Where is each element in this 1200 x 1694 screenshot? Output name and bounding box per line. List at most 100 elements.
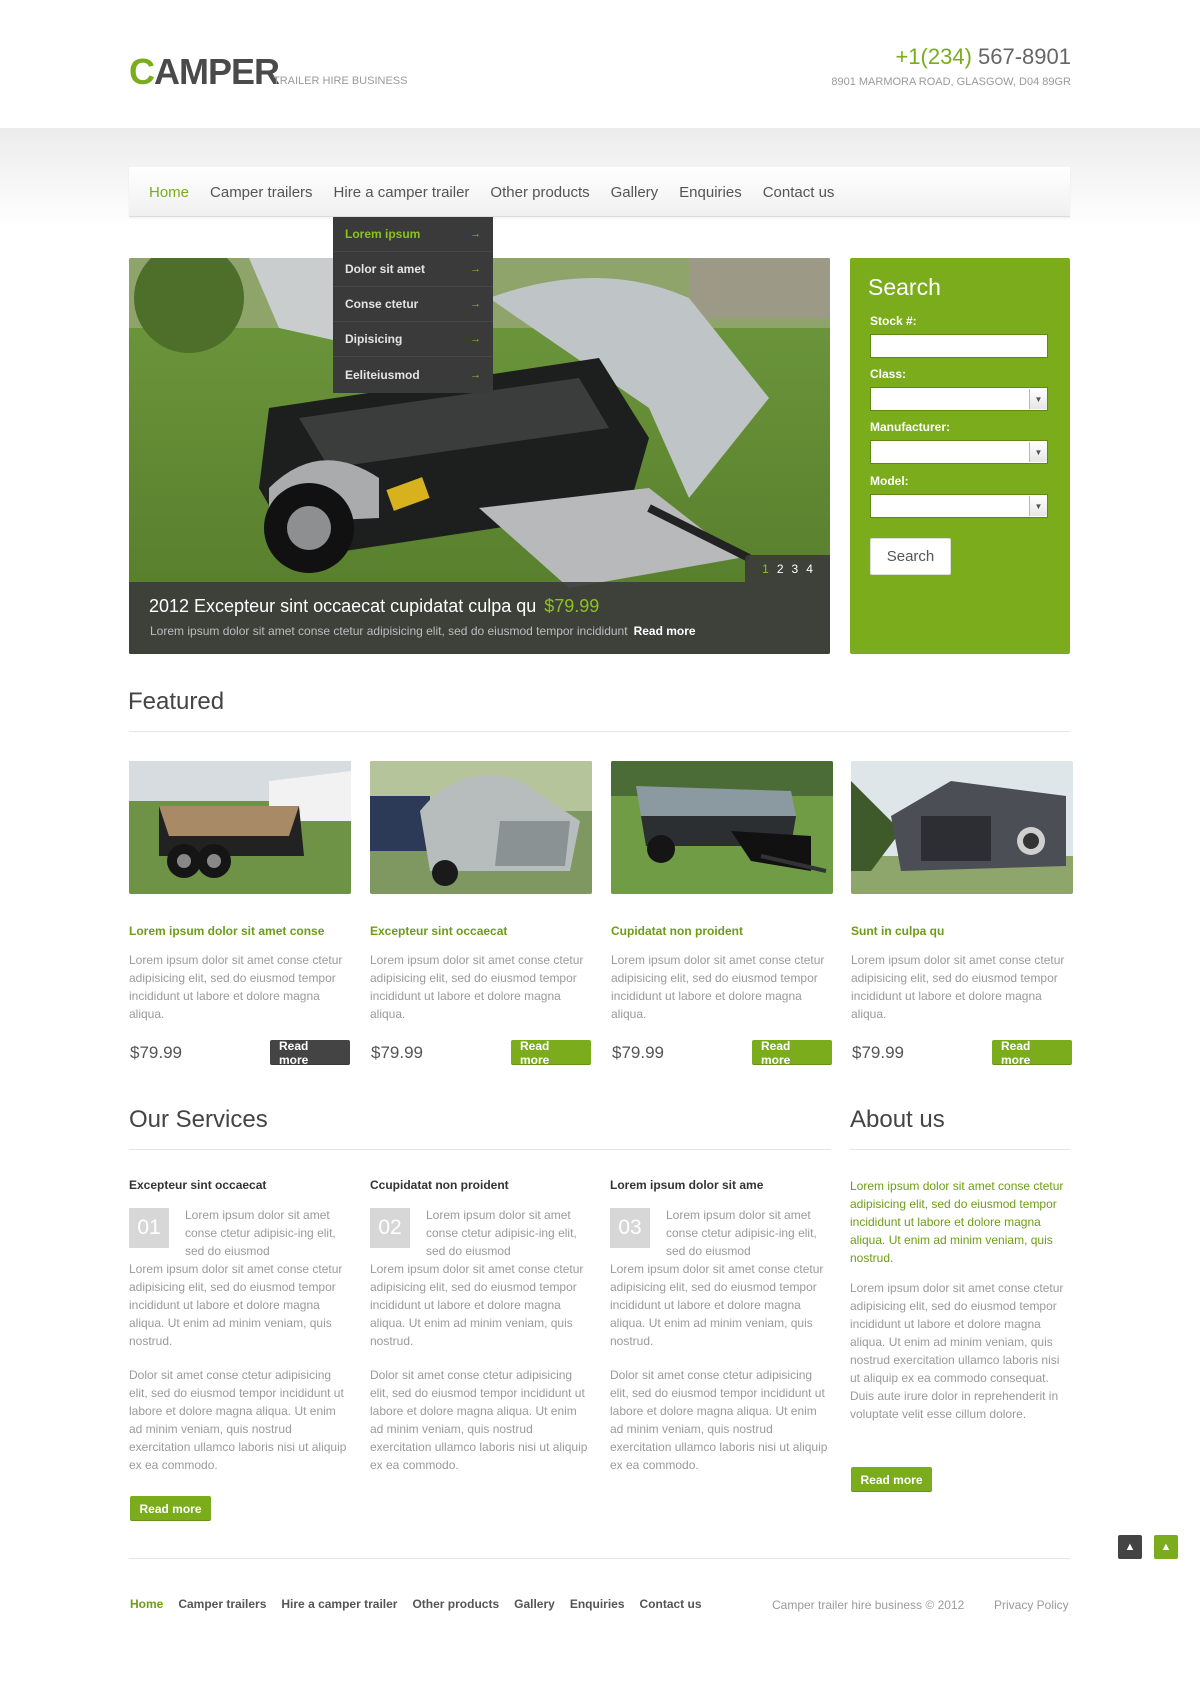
stock-input[interactable] [870,334,1048,358]
slider-price: $79.99 [544,596,600,616]
submenu-item-conse-ctetur[interactable]: Conse ctetur → [333,287,493,322]
stock-label: Stock #: [870,314,917,328]
nav-gallery[interactable]: Gallery [611,184,659,201]
featured-read-more-3[interactable]: Read more [752,1039,832,1067]
service-intro-2: Lorem ipsum dolor sit amet conse ctetur … [426,1208,577,1258]
featured-price-3: $79.99 [612,1043,664,1062]
nav-camper-trailers[interactable]: Camper trailers [210,184,313,201]
logo-rest: AMPER [154,51,280,92]
nav-contact-us[interactable]: Contact us [763,184,835,201]
footer-nav-gallery[interactable]: Gallery [514,1597,555,1611]
nav-other-products[interactable]: Other products [490,184,589,201]
about-read-more-button[interactable]: Read more [851,1467,932,1492]
search-title: Search [868,274,941,300]
submenu-item-dolor-sit-amet[interactable]: Dolor sit amet → [333,252,493,287]
service-number-1: 01 [129,1208,169,1248]
search-panel: Search Stock #: Class: ▼ Manufacturer: ▼… [850,258,1070,654]
featured-read-more-4[interactable]: Read more [992,1039,1072,1067]
featured-title-3[interactable]: Cupidatat non proident [611,924,743,938]
featured-price-4: $79.99 [852,1043,904,1062]
footer-nav-home[interactable]: Home [130,1597,163,1611]
footer-copyright: Camper trailer hire business © 2012 [772,1598,965,1612]
services-heading: Our Services [129,1106,268,1133]
service-body2-2: Dolor sit amet conse ctetur adipisicing … [370,1368,588,1472]
submenu-item-lorem-ipsum[interactable]: Lorem ipsum → [333,217,493,252]
nav-home[interactable]: Home [149,184,189,201]
featured-title-4[interactable]: Sunt in culpa qu [851,924,944,938]
footer-nav-camper-trailers[interactable]: Camper trailers [178,1597,266,1611]
service-body1-1: Lorem ipsum dolor sit amet conse ctetur … [129,1262,343,1348]
camper-photo-3 [611,761,833,894]
featured-image-4[interactable] [851,761,1073,894]
featured-image-2[interactable] [370,761,592,894]
slider-pager: 1 2 3 4 [745,555,830,582]
service-title-2: Ccupidatat non proident [370,1178,509,1192]
featured-text-1: Lorem ipsum dolor sit amet conse ctetur … [129,953,343,1021]
hire-submenu: Lorem ipsum → Dolor sit amet → Conse ctetu… [333,217,493,393]
slider-page-3[interactable]: 3 [792,562,799,576]
slider-text: Lorem ipsum dolor sit amet conse ctetur … [150,624,696,638]
arrow-right-icon: → [470,228,481,240]
footer-nav-other-products[interactable]: Other products [412,1597,499,1611]
slider-title: 2012 Excepteur sint occaecat cupidatat c… [149,596,599,617]
chevron-down-icon: ▼ [1029,496,1047,516]
phone-number: +1(234) 567-8901 [895,44,1071,70]
submenu-item-eeliteiusmod[interactable]: Eeliteiusmod → [333,357,493,392]
footer-nav-hire-camper-trailer[interactable]: Hire a camper trailer [281,1597,397,1611]
featured-title-1[interactable]: Lorem ipsum dolor sit amet conse [129,924,324,938]
featured-text-3: Lorem ipsum dolor sit amet conse ctetur … [611,953,825,1021]
model-label: Model: [870,474,909,488]
about-intro: Lorem ipsum dolor sit amet conse ctetur … [850,1179,1064,1265]
slider-page-2[interactable]: 2 [777,562,784,576]
service-body1-2: Lorem ipsum dolor sit amet conse ctetur … [370,1262,584,1348]
service-body2-1: Dolor sit amet conse ctetur adipisicing … [129,1368,347,1472]
submenu-item-dipisicing[interactable]: Dipisicing → [333,322,493,357]
scroll-up-icon[interactable]: ▲ [1118,1535,1142,1559]
featured-read-more-2[interactable]: Read more [511,1039,591,1067]
service-number-2: 02 [370,1208,410,1248]
featured-title-2[interactable]: Excepteur sint occaecat [370,924,507,938]
services-read-more-button[interactable]: Read more [130,1496,211,1521]
footer-nav-enquiries[interactable]: Enquiries [570,1597,625,1611]
service-title-3: Lorem ipsum dolor sit ame [610,1178,764,1192]
arrow-right-icon: → [470,298,481,310]
arrow-right-icon: → [470,368,481,381]
search-button[interactable]: Search [870,538,951,575]
model-select[interactable]: ▼ [870,494,1048,518]
camper-photo-1 [129,761,351,894]
about-text: Lorem ipsum dolor sit amet conse ctetur … [850,1281,1064,1421]
nav-hire-camper-trailer[interactable]: Hire a camper trailer [334,184,470,201]
slider-page-4[interactable]: 4 [806,562,813,576]
arrow-right-icon: → [470,333,481,345]
class-select[interactable]: ▼ [870,387,1048,411]
submenu-item-label: Dolor sit amet [345,262,426,276]
footer-divider [129,1558,1070,1559]
featured-read-more-1[interactable]: Read more [270,1039,350,1067]
service-intro-1: Lorem ipsum dolor sit amet conse ctetur … [185,1208,336,1258]
camper-photo-2 [370,761,592,894]
submenu-item-label: Conse ctetur [345,297,419,311]
chevron-down-icon: ▼ [1029,389,1047,409]
submenu-item-label: Dipisicing [345,332,403,346]
phone-prefix: +1(234) [895,44,972,69]
slider-read-more-link[interactable]: Read more [634,624,696,638]
manufacturer-select[interactable]: ▼ [870,440,1048,464]
address: 8901 MARMORA ROAD, GLASGOW, D04 89GR [831,76,1071,88]
featured-image-3[interactable] [611,761,833,894]
service-number-3: 03 [610,1208,650,1248]
main-nav: Home Camper trailers Hire a camper trail… [129,167,1070,217]
submenu-item-label: Eeliteiusmod [345,367,420,382]
slider-title-text: 2012 Excepteur sint occaecat cupidatat c… [149,596,537,616]
slider-page-1[interactable]: 1 [762,562,769,576]
manufacturer-label: Manufacturer: [870,420,951,434]
scroll-top-icon[interactable]: ▲ [1154,1535,1178,1559]
featured-image-1[interactable] [129,761,351,894]
footer-privacy-link[interactable]: Privacy Policy [994,1598,1069,1612]
class-label: Class: [870,367,907,381]
nav-enquiries[interactable]: Enquiries [679,184,742,201]
featured-divider [129,731,1070,732]
featured-text-4: Lorem ipsum dolor sit amet conse ctetur … [851,953,1065,1021]
site-tagline: TRAILER HIRE BUSINESS [273,75,408,87]
footer-nav-contact-us[interactable]: Contact us [640,1597,702,1611]
site-logo[interactable]: CAMPER [129,51,280,92]
